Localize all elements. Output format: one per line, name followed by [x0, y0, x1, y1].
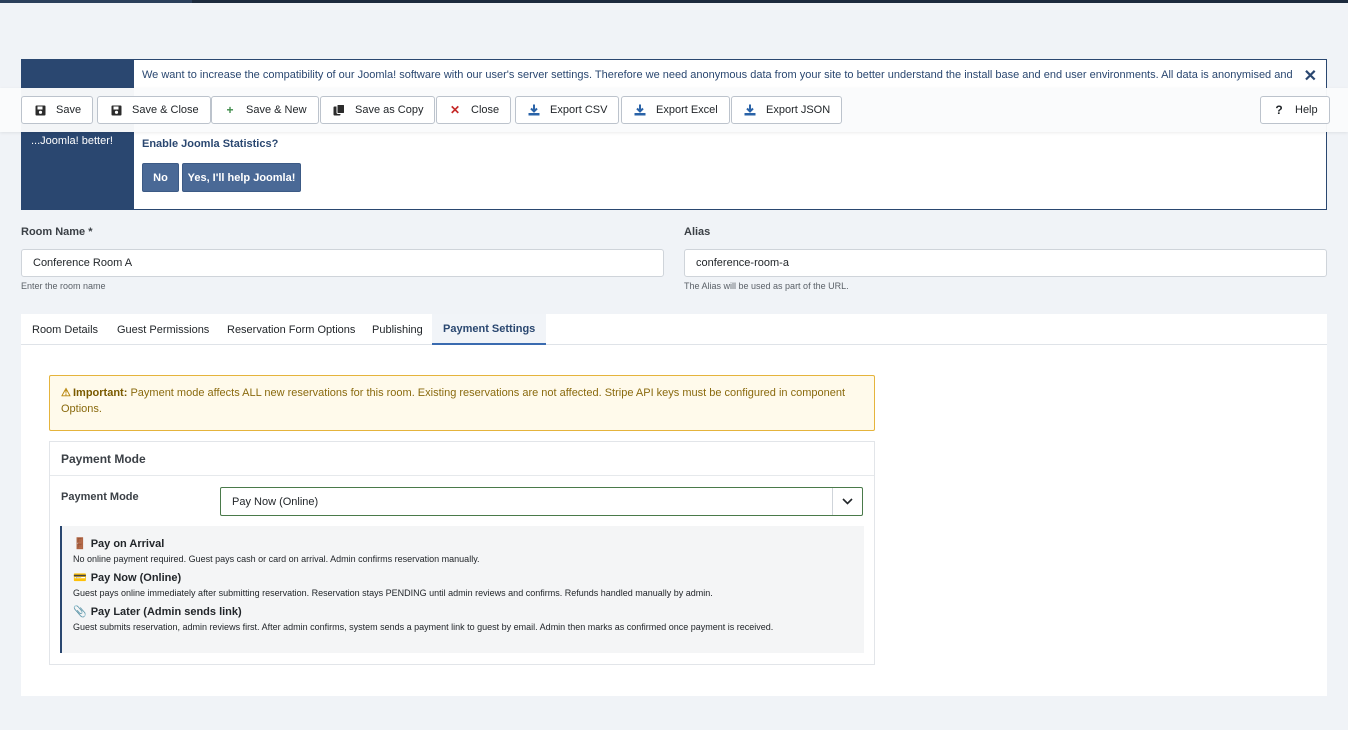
stats-message-text: We want to increase the compatibility of…	[142, 69, 1292, 81]
warning-icon: ⚠	[61, 387, 71, 399]
save-close-button[interactable]: Save & Close	[97, 96, 211, 124]
room-name-label: Room Name *	[21, 226, 93, 238]
download-icon	[527, 103, 541, 117]
tab-payment-settings[interactable]: Payment Settings	[432, 314, 547, 345]
stats-no-button[interactable]: No	[142, 163, 179, 192]
help-label: Help	[1295, 104, 1318, 116]
stats-side-panel: ...Joomla! better!	[22, 60, 134, 209]
save-icon	[33, 103, 47, 117]
save-new-button[interactable]: + Save & New	[211, 96, 319, 124]
export-excel-label: Export Excel	[656, 104, 718, 116]
close-icon[interactable]: ✕	[1304, 66, 1317, 86]
option-description: Guest pays online immediately after subm…	[73, 588, 713, 598]
stats-message: ...Joomla! better! We want to increase t…	[21, 59, 1327, 210]
close-button[interactable]: ✕ Close	[436, 96, 512, 124]
option-title: 💳 Pay Now (Online)	[73, 570, 853, 585]
option-title-text: Pay on Arrival	[90, 537, 165, 550]
tab-publishing[interactable]: Publishing	[361, 314, 434, 345]
save-button[interactable]: Save	[21, 96, 94, 124]
download-icon	[633, 103, 647, 117]
download-icon	[743, 103, 757, 117]
export-json-label: Export JSON	[766, 104, 831, 116]
credit-card-icon: 💳	[73, 572, 87, 584]
export-excel-button[interactable]: Export Excel	[621, 96, 730, 124]
copy-icon	[332, 103, 346, 117]
option-title-text: Pay Later (Admin sends link)	[90, 605, 242, 618]
room-name-help: Enter the room name	[21, 281, 106, 291]
chevron-down-icon	[832, 488, 862, 515]
important-alert: ⚠ Important: Payment mode affects ALL new…	[49, 375, 875, 431]
option-description: Guest submits reservation, admin reviews…	[73, 622, 774, 632]
alert-text: Payment mode affects ALL new reservation…	[61, 387, 846, 415]
export-csv-label: Export CSV	[550, 104, 608, 116]
tab-room-details[interactable]: Room Details	[21, 314, 109, 345]
save-label: Save	[56, 104, 82, 116]
tab-reservation-form-options[interactable]: Reservation Form Options	[216, 314, 366, 345]
paperclip-icon: 📎	[73, 606, 87, 618]
payment-options-info: 🚪 Pay on Arrival No online payment requi…	[60, 526, 864, 653]
save-copy-label: Save as Copy	[355, 104, 424, 116]
save-close-label: Save & Close	[132, 104, 199, 116]
alias-input[interactable]: conference-room-a	[684, 249, 1327, 277]
stats-question: Enable Joomla Statistics?	[142, 138, 279, 150]
plus-icon: +	[226, 103, 234, 117]
top-bar	[0, 0, 1348, 3]
payment-mode-card-title: Payment Mode	[50, 442, 874, 476]
question-icon: ?	[1275, 103, 1283, 117]
payment-mode-card: Payment Mode Payment Mode Pay Now (Onlin…	[49, 441, 875, 665]
room-name-input[interactable]: Conference Room A	[21, 249, 664, 277]
tabs-bar: Room Details Guest Permissions Reservati…	[21, 314, 1327, 345]
help-button[interactable]: ? Help	[1260, 96, 1330, 124]
option-title: 🚪 Pay on Arrival	[73, 536, 853, 551]
save-new-label: Save & New	[246, 104, 307, 116]
close-icon: ✕	[449, 103, 461, 117]
option-description: No online payment required. Guest pays c…	[73, 554, 480, 564]
close-label: Close	[471, 104, 500, 116]
door-icon: 🚪	[73, 538, 87, 550]
tab-guest-permissions[interactable]: Guest Permissions	[106, 314, 220, 345]
toolbar: Save Save & Close + Save & New Save as C…	[0, 88, 1348, 132]
payment-mode-select[interactable]: Pay Now (Online)	[220, 487, 863, 516]
stats-yes-button[interactable]: Yes, I'll help Joomla!	[182, 163, 301, 192]
save-copy-button[interactable]: Save as Copy	[320, 96, 436, 124]
export-csv-button[interactable]: Export CSV	[515, 96, 620, 124]
export-json-button[interactable]: Export JSON	[731, 96, 843, 124]
payment-mode-label: Payment Mode	[61, 491, 139, 503]
save-icon	[109, 103, 123, 117]
payment-mode-selected: Pay Now (Online)	[232, 495, 319, 508]
top-bar-active-segment	[0, 0, 192, 3]
alias-label: Alias	[684, 226, 711, 238]
alias-help: The Alias will be used as part of the UR…	[684, 281, 849, 291]
option-title-text: Pay Now (Online)	[90, 571, 182, 584]
option-title: 📎 Pay Later (Admin sends link)	[73, 604, 853, 619]
alert-strong: Important:	[73, 387, 128, 399]
tabs-panel: Room Details Guest Permissions Reservati…	[21, 314, 1327, 696]
